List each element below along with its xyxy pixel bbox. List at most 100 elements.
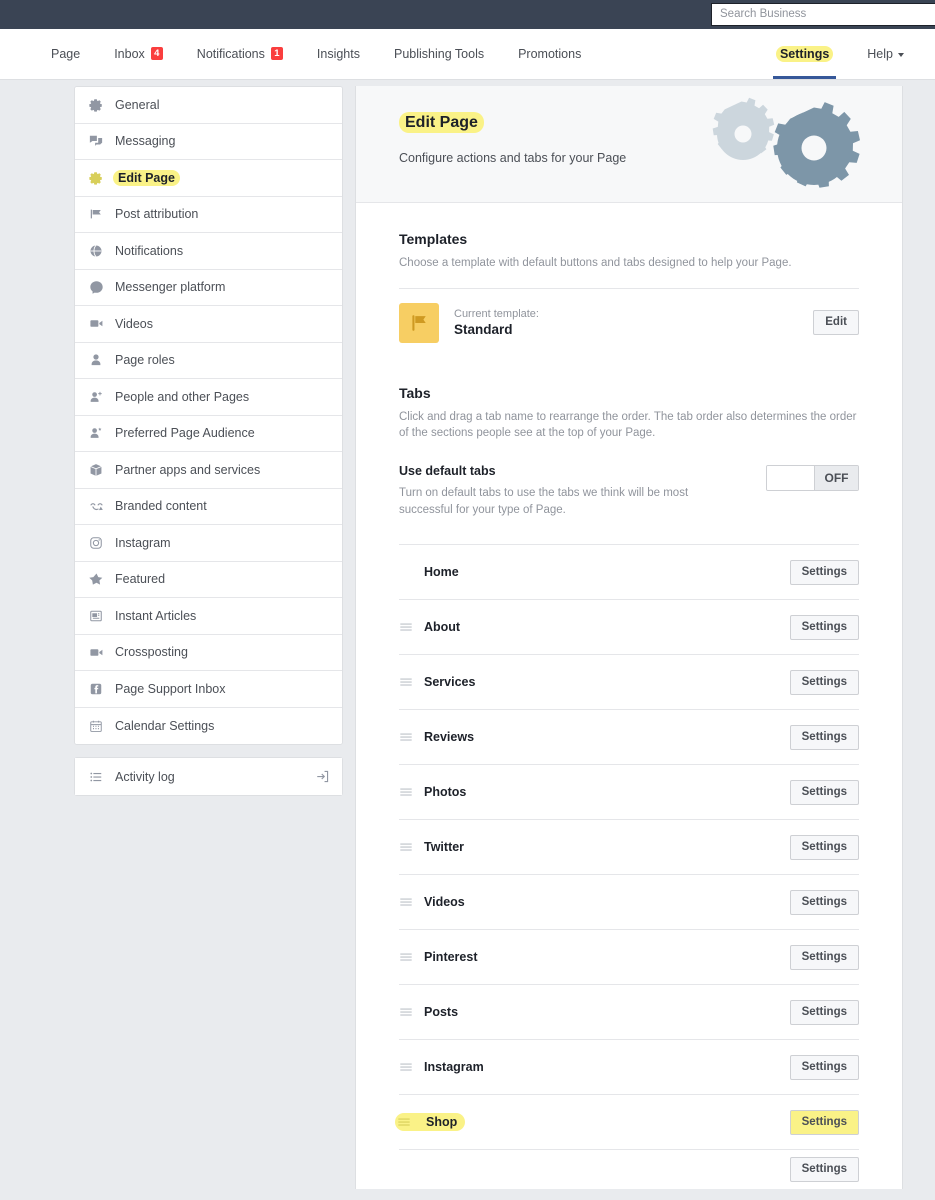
- current-template-row: Current template: Standard Edit: [399, 287, 859, 357]
- person-icon: [87, 352, 105, 368]
- sidebar-item-label: People and other Pages: [115, 389, 250, 404]
- nav-item-settings[interactable]: Settings: [759, 29, 850, 79]
- tab-settings-button[interactable]: Settings: [789, 1109, 859, 1135]
- sidebar-item-page-roles[interactable]: Page roles: [75, 342, 342, 379]
- open-external-icon[interactable]: [315, 769, 330, 784]
- nav-item-help[interactable]: Help: [850, 29, 921, 79]
- tab-settings-button[interactable]: Settings: [789, 999, 859, 1025]
- tab-settings-button[interactable]: Settings: [789, 889, 859, 915]
- video-camera-icon: [87, 644, 105, 660]
- drag-handle-icon[interactable]: [399, 895, 421, 909]
- drag-handle-icon[interactable]: [399, 1060, 421, 1074]
- sidebar-item-messaging[interactable]: Messaging: [75, 123, 342, 160]
- sidebar-item-messenger-platform[interactable]: Messenger platform: [75, 269, 342, 306]
- sidebar-item-preferred-page-audience[interactable]: Preferred Page Audience: [75, 415, 342, 452]
- drag-handle-icon[interactable]: [399, 620, 421, 634]
- chevron-down-icon: [898, 53, 904, 57]
- current-template-name: Standard: [454, 322, 513, 338]
- tabs-description: Click and drag a tab name to rearrange t…: [399, 410, 857, 440]
- nav-item-label: Insights: [316, 47, 360, 61]
- nav-primary-items: Page Inbox 4 Notifications 1 Insights Pu…: [34, 29, 598, 79]
- sidebar-item-label: Branded content: [115, 499, 207, 514]
- tab-row-label: Home: [424, 565, 459, 580]
- nav-item-inbox[interactable]: Inbox 4: [97, 29, 180, 79]
- use-default-tabs-title: Use default tabs: [399, 464, 496, 479]
- sidebar-item-label: Videos: [115, 316, 153, 331]
- sidebar-item-edit-page[interactable]: Edit Page: [75, 160, 342, 197]
- sidebar-item-featured[interactable]: Featured: [75, 561, 342, 598]
- drag-handle-icon[interactable]: [399, 950, 421, 964]
- use-default-tabs-toggle[interactable]: OFF: [766, 465, 859, 492]
- tabs-title: Tabs: [399, 384, 431, 401]
- sidebar-item-calendar-settings[interactable]: Calendar Settings: [75, 707, 342, 744]
- sidebar-item-branded-content[interactable]: Branded content: [75, 488, 342, 525]
- tab-settings-button[interactable]: Settings: [789, 669, 859, 695]
- nav-item-notifications[interactable]: Notifications 1: [180, 29, 300, 79]
- sidebar-item-page-support-inbox[interactable]: Page Support Inbox: [75, 671, 342, 708]
- tab-settings-button[interactable]: Settings: [789, 1157, 859, 1183]
- sidebar-item-crossposting[interactable]: Crossposting: [75, 634, 342, 671]
- tab-settings-button[interactable]: Settings: [789, 834, 859, 860]
- nav-item-label: Settings: [775, 46, 834, 62]
- business-top-bar: [0, 0, 935, 29]
- sidebar-item-instant-articles[interactable]: Instant Articles: [75, 598, 342, 635]
- sidebar-item-instagram[interactable]: Instagram: [75, 525, 342, 562]
- nav-item-insights[interactable]: Insights: [300, 29, 377, 79]
- drag-handle-icon[interactable]: [399, 730, 421, 744]
- tab-settings-button[interactable]: Settings: [789, 779, 859, 805]
- tab-row-label: About: [424, 620, 461, 635]
- drag-handle-icon[interactable]: [399, 1005, 421, 1019]
- branded-content-icon: [87, 498, 105, 514]
- person-star-icon: [87, 425, 105, 441]
- search-input[interactable]: [712, 4, 935, 25]
- use-default-tabs-text: Use default tabs Turn on default tabs to…: [399, 464, 766, 518]
- tab-settings-button[interactable]: Settings: [789, 559, 859, 585]
- sidebar-item-post-attribution[interactable]: Post attribution: [75, 196, 342, 233]
- tab-settings-button[interactable]: Settings: [789, 724, 859, 750]
- messenger-icon: [87, 279, 105, 295]
- instant-articles-icon: [87, 608, 105, 624]
- flag-icon: [87, 206, 105, 222]
- edit-template-button[interactable]: Edit: [813, 310, 859, 336]
- nav-item-publishing-tools[interactable]: Publishing Tools: [377, 29, 501, 79]
- templates-title: Templates: [399, 231, 468, 247]
- tab-row-label: Videos: [424, 895, 465, 910]
- sidebar-item-activity-log[interactable]: Activity log: [75, 758, 342, 795]
- current-template-text: Current template: Standard: [454, 307, 813, 338]
- sidebar-item-people-and-other-pages[interactable]: People and other Pages: [75, 379, 342, 416]
- sidebar-item-partner-apps-and-services[interactable]: Partner apps and services: [75, 452, 342, 489]
- drag-handle-icon[interactable]: [399, 675, 421, 689]
- sidebar-item-label: Instant Articles: [115, 608, 197, 623]
- gear-icon: [87, 97, 105, 113]
- nav-secondary-items: Settings Help: [759, 29, 921, 79]
- notifications-badge: 1: [270, 46, 283, 60]
- calendar-icon: [87, 718, 105, 734]
- tab-row-label: Pinterest: [424, 950, 478, 965]
- sidebar-item-label: Partner apps and services: [115, 462, 261, 477]
- sidebar-item-notifications[interactable]: Notifications: [75, 233, 342, 270]
- page-subtitle: Configure actions and tabs for your Page: [399, 151, 627, 165]
- box-icon: [87, 462, 105, 478]
- drag-handle-icon[interactable]: [399, 840, 421, 854]
- drag-handle-icon[interactable]: [397, 1115, 419, 1129]
- tabs-section: Tabs Click and drag a tab name to rearra…: [356, 357, 902, 1190]
- tab-settings-button[interactable]: Settings: [789, 944, 859, 970]
- tab-row-label: Instagram: [424, 1060, 484, 1075]
- tab-row-instagram: Instagram Settings: [399, 1039, 859, 1094]
- search-business-box[interactable]: [711, 3, 935, 26]
- sidebar-item-videos[interactable]: Videos: [75, 306, 342, 343]
- tab-settings-button[interactable]: Settings: [789, 1054, 859, 1080]
- tab-row-shop: Shop Settings: [395, 1094, 859, 1149]
- nav-item-label: Help: [867, 47, 893, 61]
- chat-bubbles-icon: [87, 133, 105, 149]
- sidebar-item-label: Messenger platform: [115, 280, 226, 295]
- flag-template-icon: [399, 302, 439, 343]
- tab-settings-button[interactable]: Settings: [789, 614, 859, 640]
- tab-row-shop-highlight: Shop: [395, 1113, 466, 1132]
- nav-item-promotions[interactable]: Promotions: [501, 29, 598, 79]
- sidebar-item-general[interactable]: General: [75, 87, 342, 124]
- gear-icon: [87, 170, 105, 186]
- edit-page-header: Edit Page Configure actions and tabs for…: [356, 86, 902, 203]
- nav-item-page[interactable]: Page: [34, 29, 97, 79]
- drag-handle-icon[interactable]: [399, 785, 421, 799]
